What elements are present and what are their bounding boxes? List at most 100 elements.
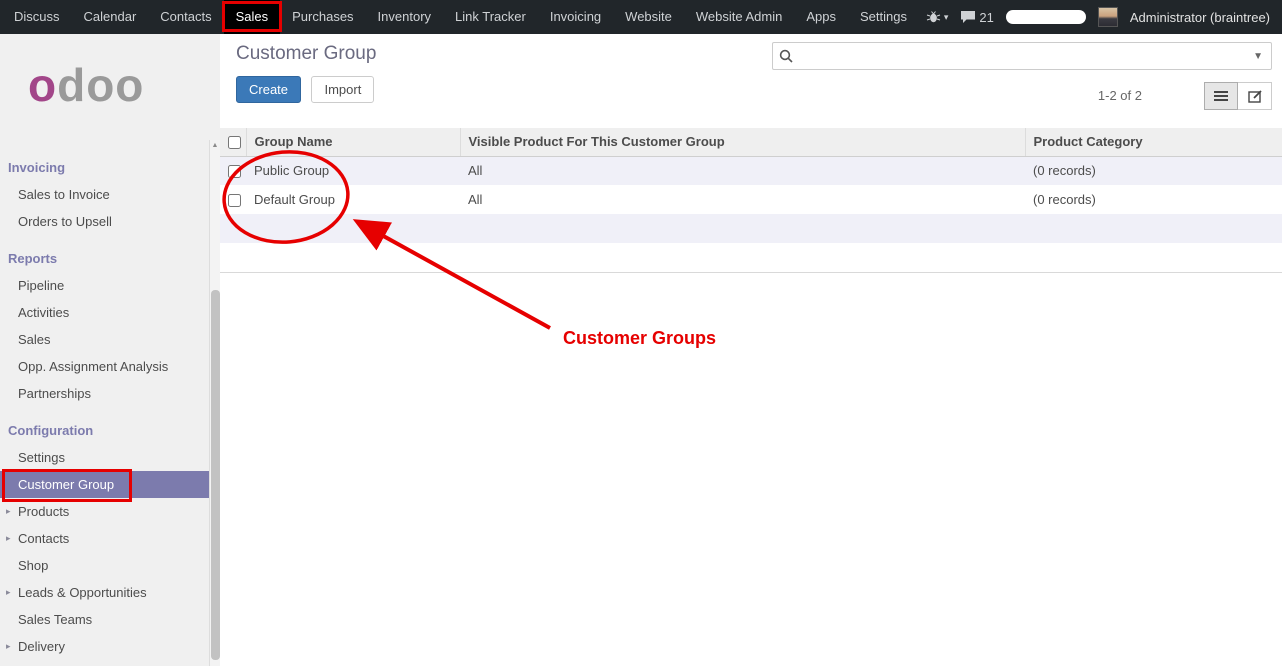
page-title: Customer Group [236, 43, 376, 65]
sidebar-item-label: Sales to Invoice [18, 187, 110, 202]
create-button[interactable]: Create [236, 76, 301, 103]
menu-invoicing[interactable]: Invoicing [538, 0, 613, 34]
menu-sales[interactable]: Sales [224, 0, 281, 34]
sidebar-scrollbar[interactable]: ▲ [209, 140, 220, 666]
user-avatar[interactable] [1098, 7, 1118, 27]
table-row[interactable]: Default Group All (0 records) [220, 185, 1282, 214]
list-view-icon [1214, 90, 1228, 102]
menu-apps[interactable]: Apps [794, 0, 848, 34]
menu-website[interactable]: Website [613, 0, 684, 34]
bug-icon [926, 11, 941, 24]
sidebar-item-shop[interactable]: Shop [0, 552, 209, 579]
user-menu[interactable]: Administrator (braintree) [1130, 10, 1270, 25]
sidebar-item-label: Activities [18, 305, 69, 320]
sidebar: odoo Invoicing Sales to Invoice Orders t… [0, 34, 220, 666]
search-input[interactable] [799, 45, 1251, 67]
cell-group-name[interactable]: Public Group [246, 156, 460, 185]
chevron-right-icon: ▸ [6, 525, 11, 552]
messages-button[interactable]: 21 [960, 10, 993, 25]
sidebar-item-label: Sales Teams [18, 612, 92, 627]
menu-website-admin[interactable]: Website Admin [684, 0, 794, 34]
scrollbar-thumb[interactable] [211, 290, 220, 660]
sidebar-item-label: Pipeline [18, 278, 64, 293]
menu-inventory[interactable]: Inventory [366, 0, 443, 34]
select-all-checkbox[interactable] [228, 136, 241, 149]
column-header-group-name[interactable]: Group Name [246, 128, 460, 156]
topbar-right: ▾ 21 Administrator (braintree) [926, 7, 1282, 27]
menu-calendar[interactable]: Calendar [72, 0, 149, 34]
sidebar-item-leads-opportunities[interactable]: ▸ Leads & Opportunities [0, 579, 209, 606]
sidebar-item-label: Shop [18, 558, 48, 573]
sidebar-item-label: Orders to Upsell [18, 214, 112, 229]
search-dropdown-toggle[interactable]: ▼ [1251, 51, 1265, 62]
form-view-button[interactable] [1238, 82, 1272, 110]
chevron-down-icon: ▾ [944, 12, 949, 23]
sidebar-item-label: Contacts [18, 531, 69, 546]
logo-letters: doo [57, 58, 144, 112]
sidebar-item-partnerships[interactable]: Partnerships [0, 380, 209, 407]
sidebar-item-label: Partnerships [18, 386, 91, 401]
sidebar-item-sales[interactable]: Sales [0, 326, 209, 353]
topbar: Discuss Calendar Contacts Sales Purchase… [0, 0, 1282, 34]
cell-visible-product[interactable]: All [460, 185, 1025, 214]
section-title-reports: Reports [0, 245, 220, 272]
scroll-up-icon[interactable]: ▲ [210, 140, 220, 152]
debug-bug-icon[interactable]: ▾ [926, 11, 949, 24]
menu-discuss[interactable]: Discuss [2, 0, 72, 34]
logo-letter: o [28, 58, 57, 112]
chevron-right-icon: ▸ [6, 579, 11, 606]
sidebar-item-label: Opp. Assignment Analysis [18, 359, 168, 374]
menu-settings[interactable]: Settings [848, 0, 919, 34]
sidebar-item-products[interactable]: ▸ Products [0, 498, 209, 525]
empty-row [220, 214, 1282, 243]
menu-purchases[interactable]: Purchases [280, 0, 365, 34]
sidebar-item-settings[interactable]: Settings [0, 444, 209, 471]
sidebar-item-activities[interactable]: Activities [0, 299, 209, 326]
sidebar-item-label: Customer Group [18, 477, 114, 492]
import-button[interactable]: Import [311, 76, 374, 103]
sidebar-item-sales-teams[interactable]: Sales Teams [0, 606, 209, 633]
column-header-visible-product[interactable]: Visible Product For This Customer Group [460, 128, 1025, 156]
list-header-row: Group Name Visible Product For This Cust… [220, 128, 1282, 156]
menu-contacts[interactable]: Contacts [148, 0, 223, 34]
empty-row [220, 243, 1282, 272]
row-checkbox[interactable] [228, 165, 241, 178]
main-menu: Discuss Calendar Contacts Sales Purchase… [2, 0, 919, 34]
odoo-logo: odoo [28, 46, 220, 124]
sidebar-item-delivery[interactable]: ▸ Delivery [0, 633, 209, 660]
chevron-right-icon: ▸ [6, 498, 11, 525]
sidebar-item-label: Leads & Opportunities [18, 585, 147, 600]
sidebar-item-orders-to-upsell[interactable]: Orders to Upsell [0, 208, 209, 235]
section-title-configuration: Configuration [0, 417, 220, 444]
cell-visible-product[interactable]: All [460, 156, 1025, 185]
sidebar-item-opp-assignment-analysis[interactable]: Opp. Assignment Analysis [0, 353, 209, 380]
messages-count: 21 [979, 10, 993, 25]
form-view-icon [1248, 90, 1262, 103]
sidebar-item-label: Settings [18, 450, 65, 465]
cell-group-name[interactable]: Default Group [246, 185, 460, 214]
list-view-button[interactable] [1204, 82, 1238, 110]
row-checkbox[interactable] [228, 194, 241, 207]
sidebar-item-sales-to-invoice[interactable]: Sales to Invoice [0, 181, 209, 208]
pager[interactable]: 1-2 of 2 [1098, 88, 1142, 103]
section-title-invoicing: Invoicing [0, 154, 220, 181]
sidebar-item-label: Products [18, 504, 69, 519]
cell-product-category[interactable]: (0 records) [1025, 185, 1282, 214]
cell-product-category[interactable]: (0 records) [1025, 156, 1282, 185]
sidebar-item-label: Delivery [18, 639, 65, 654]
search-box: ▼ [772, 42, 1272, 70]
chevron-right-icon: ▸ [6, 633, 11, 660]
customer-group-list: Group Name Visible Product For This Cust… [220, 128, 1282, 273]
sidebar-item-customer-group[interactable]: Customer Group [0, 471, 209, 498]
table-row[interactable]: Public Group All (0 records) [220, 156, 1282, 185]
search-icon [779, 49, 793, 63]
main-content: Customer Group ▼ Create Import 1-2 of 2 [220, 34, 1282, 666]
status-pill [1006, 10, 1086, 24]
sidebar-item-contacts[interactable]: ▸ Contacts [0, 525, 209, 552]
sidebar-item-label: Sales [18, 332, 51, 347]
menu-link-tracker[interactable]: Link Tracker [443, 0, 538, 34]
chat-bubble-icon [960, 10, 976, 24]
sidebar-item-pipeline[interactable]: Pipeline [0, 272, 209, 299]
column-header-product-category[interactable]: Product Category [1025, 128, 1282, 156]
view-switcher [1204, 82, 1272, 110]
